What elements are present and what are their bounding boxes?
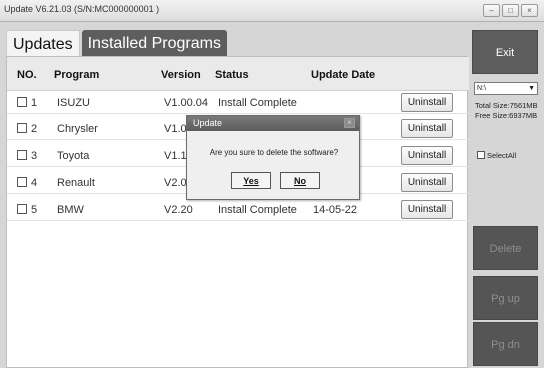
tab-updates[interactable]: Updates: [6, 30, 80, 56]
row-number: 5: [31, 204, 38, 216]
programs-panel: NO. Program Version Status Update Date 1…: [6, 56, 469, 368]
row-checkbox[interactable]: [17, 150, 27, 160]
table-row: 5 BMW V2.20 Install Complete 14-05-22 Un…: [7, 199, 469, 221]
chevron-down-icon: ▼: [528, 85, 535, 92]
uninstall-button[interactable]: Uninstall: [401, 200, 453, 219]
program-name: ISUZU: [57, 97, 90, 109]
header-no: NO.: [17, 69, 37, 81]
row-checkbox[interactable]: [17, 123, 27, 133]
window-controls: – □ ×: [483, 4, 538, 17]
drive-value: N:\: [477, 85, 486, 92]
row-checkbox[interactable]: [17, 204, 27, 214]
table-header: NO. Program Version Status Update Date: [7, 57, 469, 91]
close-icon[interactable]: ×: [344, 118, 355, 128]
close-icon[interactable]: ×: [521, 4, 538, 17]
page-down-button[interactable]: Pg dn: [473, 322, 538, 366]
dialog-title: Update: [193, 118, 223, 128]
total-size: Total Size:7561MB: [475, 101, 538, 110]
tab-bar: Updates Installed Programs: [6, 30, 227, 56]
dialog-message: Are you sure to delete the software?: [209, 148, 339, 157]
checkbox-icon: [477, 151, 485, 159]
drive-select[interactable]: N:\ ▼: [474, 82, 538, 95]
page-up-button[interactable]: Pg up: [473, 276, 538, 320]
uninstall-button[interactable]: Uninstall: [401, 119, 453, 138]
program-name: Toyota: [57, 150, 90, 162]
program-date: 14-05-22: [313, 204, 358, 216]
program-version: V2.20: [164, 204, 193, 216]
program-version: V1.00.04: [164, 97, 209, 109]
window-title: Update V6.21.03 (S/N:MC000000001 ): [4, 4, 160, 14]
exit-button[interactable]: Exit: [472, 30, 538, 74]
row-number: 1: [31, 97, 38, 109]
header-status: Status: [215, 69, 249, 81]
uninstall-button[interactable]: Uninstall: [401, 146, 453, 165]
program-name: Renault: [57, 177, 95, 189]
program-name: Chrysler: [57, 123, 98, 135]
row-number: 4: [31, 177, 38, 189]
confirm-dialog: Update × Are you sure to delete the soft…: [186, 115, 360, 200]
row-checkbox[interactable]: [17, 177, 27, 187]
dialog-title-bar: Update ×: [187, 116, 359, 131]
table-row: 1 ISUZU V1.00.04 Install Complete Uninst…: [7, 92, 469, 114]
uninstall-button[interactable]: Uninstall: [401, 173, 453, 192]
program-status: Install Complete: [218, 97, 297, 109]
yes-button[interactable]: Yes: [231, 172, 271, 189]
program-status: Install Complete: [218, 204, 297, 216]
header-program: Program: [54, 69, 100, 81]
maximize-icon[interactable]: □: [502, 4, 519, 17]
no-button[interactable]: No: [280, 172, 320, 189]
free-size: Free Size:6937MB: [475, 111, 538, 120]
minimize-icon[interactable]: –: [483, 4, 500, 17]
header-update-date: Update Date: [311, 69, 376, 81]
row-number: 2: [31, 123, 38, 135]
header-version: Version: [161, 69, 201, 81]
select-all-label: SelectAll: [487, 151, 517, 160]
program-name: BMW: [57, 204, 84, 216]
row-checkbox[interactable]: [17, 97, 27, 107]
uninstall-button[interactable]: Uninstall: [401, 93, 453, 112]
title-bar: Update V6.21.03 (S/N:MC000000001 ) – □ ×: [0, 0, 544, 22]
tab-installed-programs[interactable]: Installed Programs: [81, 30, 227, 56]
delete-button[interactable]: Delete: [473, 226, 538, 270]
row-number: 3: [31, 150, 38, 162]
select-all-checkbox[interactable]: SelectAll: [477, 151, 516, 160]
